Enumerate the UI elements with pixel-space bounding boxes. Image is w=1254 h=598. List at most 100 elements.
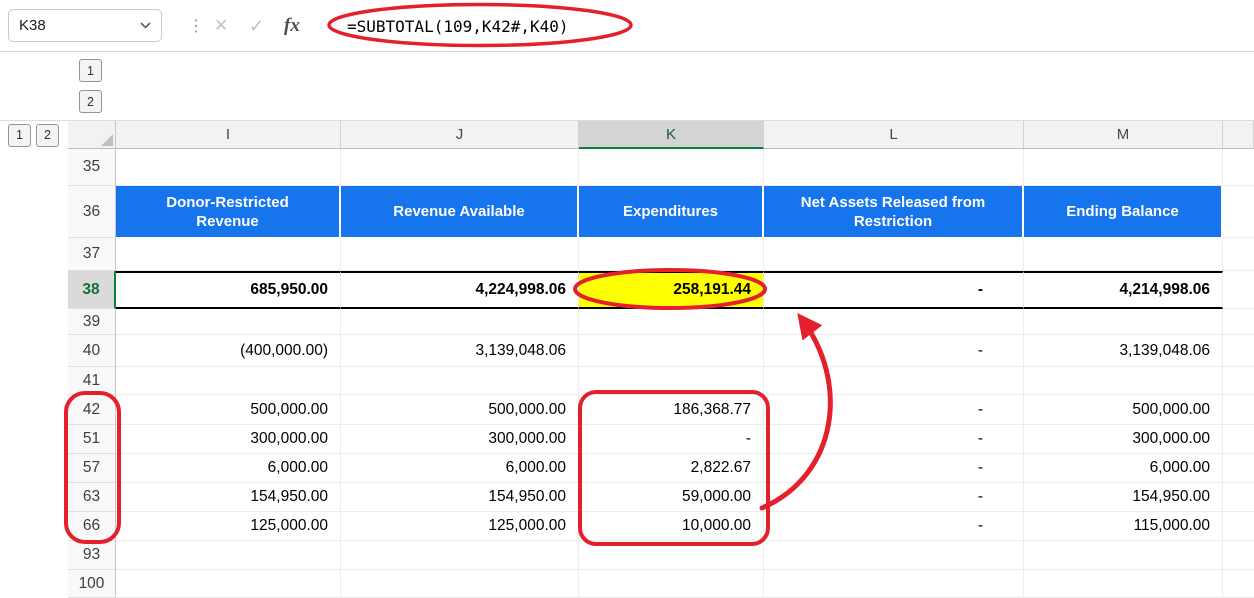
cell-L42[interactable]: - (764, 395, 1024, 425)
cell-L37[interactable] (764, 238, 1024, 271)
cell-L36[interactable]: Net Assets Released from Restriction (764, 186, 1024, 238)
cell-L41[interactable] (764, 367, 1024, 395)
cell-J93[interactable] (341, 541, 579, 570)
column-header-i[interactable]: I (116, 121, 341, 149)
cell-I39[interactable] (116, 309, 341, 335)
cell-J37[interactable] (341, 238, 579, 271)
row-header-66[interactable]: 66 (68, 512, 116, 541)
cell-L66[interactable]: - (764, 512, 1024, 541)
cell-J51[interactable]: 300,000.00 (341, 425, 579, 454)
cell-J40[interactable]: 3,139,048.06 (341, 335, 579, 367)
cell-I37[interactable] (116, 238, 341, 271)
cell-L38[interactable]: - (764, 271, 1024, 309)
column-header-l[interactable]: L (764, 121, 1024, 149)
cell-J57[interactable]: 6,000.00 (341, 454, 579, 483)
cell-I36[interactable]: Donor-Restricted Revenue (116, 186, 341, 238)
cell-I40[interactable]: (400,000.00) (116, 335, 341, 367)
row-outline-level-2-button[interactable]: 2 (36, 124, 59, 147)
cell-K38[interactable]: 258,191.44 (579, 271, 764, 309)
cell-I100[interactable] (116, 570, 341, 598)
column-header-m[interactable]: M (1024, 121, 1223, 149)
column-outline-level-2-button[interactable]: 2 (79, 90, 102, 113)
row-header-35[interactable]: 35 (68, 149, 116, 186)
row-header-38[interactable]: 38 (68, 271, 116, 309)
cell-I38[interactable]: 685,950.00 (116, 271, 341, 309)
cell-M36[interactable]: Ending Balance (1024, 186, 1223, 238)
cell-J100[interactable] (341, 570, 579, 598)
column-header-j[interactable]: J (341, 121, 579, 149)
row-header-42[interactable]: 42 (68, 395, 116, 425)
cell-M66[interactable]: 115,000.00 (1024, 512, 1223, 541)
cell-K42[interactable]: 186,368.77 (579, 395, 764, 425)
row-header-100[interactable]: 100 (68, 570, 116, 598)
name-box[interactable]: K38 (8, 9, 162, 42)
cell-M41[interactable] (1024, 367, 1223, 395)
row-outline-level-1-button[interactable]: 1 (8, 124, 31, 147)
cell-M63[interactable]: 154,950.00 (1024, 483, 1223, 512)
chevron-down-icon[interactable] (140, 22, 151, 29)
cell-K57[interactable]: 2,822.67 (579, 454, 764, 483)
cell-L35[interactable] (764, 149, 1024, 186)
cell-M100[interactable] (1024, 570, 1223, 598)
row-header-51[interactable]: 51 (68, 425, 116, 454)
cell-K40[interactable] (579, 335, 764, 367)
column-outline-level-1-button[interactable]: 1 (79, 59, 102, 82)
formula-input[interactable]: =SUBTOTAL(109,K42#,K40) (347, 0, 569, 52)
cell-M51[interactable]: 300,000.00 (1024, 425, 1223, 454)
insert-function-icon[interactable]: fx (284, 0, 300, 52)
cell-K93[interactable] (579, 541, 764, 570)
row-header-57[interactable]: 57 (68, 454, 116, 483)
cell-K39[interactable] (579, 309, 764, 335)
cell-K66[interactable]: 10,000.00 (579, 512, 764, 541)
cell-M38[interactable]: 4,214,998.06 (1024, 271, 1223, 309)
cell-I51[interactable]: 300,000.00 (116, 425, 341, 454)
cell-K51[interactable]: - (579, 425, 764, 454)
more-options-icon[interactable]: ⋮ (188, 0, 204, 52)
cell-M42[interactable]: 500,000.00 (1024, 395, 1223, 425)
cell-M57[interactable]: 6,000.00 (1024, 454, 1223, 483)
cancel-icon[interactable]: ✕ (214, 0, 228, 52)
cell-I63[interactable]: 154,950.00 (116, 483, 341, 512)
cell-M37[interactable] (1024, 238, 1223, 271)
cell-L40[interactable]: - (764, 335, 1024, 367)
row-header-37[interactable]: 37 (68, 238, 116, 271)
cell-J42[interactable]: 500,000.00 (341, 395, 579, 425)
cell-J63[interactable]: 154,950.00 (341, 483, 579, 512)
cell-K35[interactable] (579, 149, 764, 186)
select-all-button[interactable] (68, 121, 116, 149)
cell-J41[interactable] (341, 367, 579, 395)
cell-M39[interactable] (1024, 309, 1223, 335)
row-header-93[interactable]: 93 (68, 541, 116, 570)
cell-I93[interactable] (116, 541, 341, 570)
cell-J39[interactable] (341, 309, 579, 335)
cell-L39[interactable] (764, 309, 1024, 335)
row-header-39[interactable]: 39 (68, 309, 116, 335)
enter-icon[interactable]: ✓ (249, 0, 264, 52)
cell-K63[interactable]: 59,000.00 (579, 483, 764, 512)
cell-J38[interactable]: 4,224,998.06 (341, 271, 579, 309)
cell-I66[interactable]: 125,000.00 (116, 512, 341, 541)
cell-L100[interactable] (764, 570, 1024, 598)
cell-K36[interactable]: Expenditures (579, 186, 764, 238)
cell-J35[interactable] (341, 149, 579, 186)
row-header-40[interactable]: 40 (68, 335, 116, 367)
cell-K100[interactable] (579, 570, 764, 598)
cell-J66[interactable]: 125,000.00 (341, 512, 579, 541)
cell-I42[interactable]: 500,000.00 (116, 395, 341, 425)
row-header-63[interactable]: 63 (68, 483, 116, 512)
column-header-k[interactable]: K (579, 121, 764, 149)
cell-M93[interactable] (1024, 541, 1223, 570)
cell-L63[interactable]: - (764, 483, 1024, 512)
cell-L51[interactable]: - (764, 425, 1024, 454)
cell-K41[interactable] (579, 367, 764, 395)
cell-M40[interactable]: 3,139,048.06 (1024, 335, 1223, 367)
cell-K37[interactable] (579, 238, 764, 271)
cell-M35[interactable] (1024, 149, 1223, 186)
row-header-36[interactable]: 36 (68, 186, 116, 238)
cell-I35[interactable] (116, 149, 341, 186)
cell-L93[interactable] (764, 541, 1024, 570)
cell-J36[interactable]: Revenue Available (341, 186, 579, 238)
cell-I41[interactable] (116, 367, 341, 395)
cell-L57[interactable]: - (764, 454, 1024, 483)
cell-I57[interactable]: 6,000.00 (116, 454, 341, 483)
